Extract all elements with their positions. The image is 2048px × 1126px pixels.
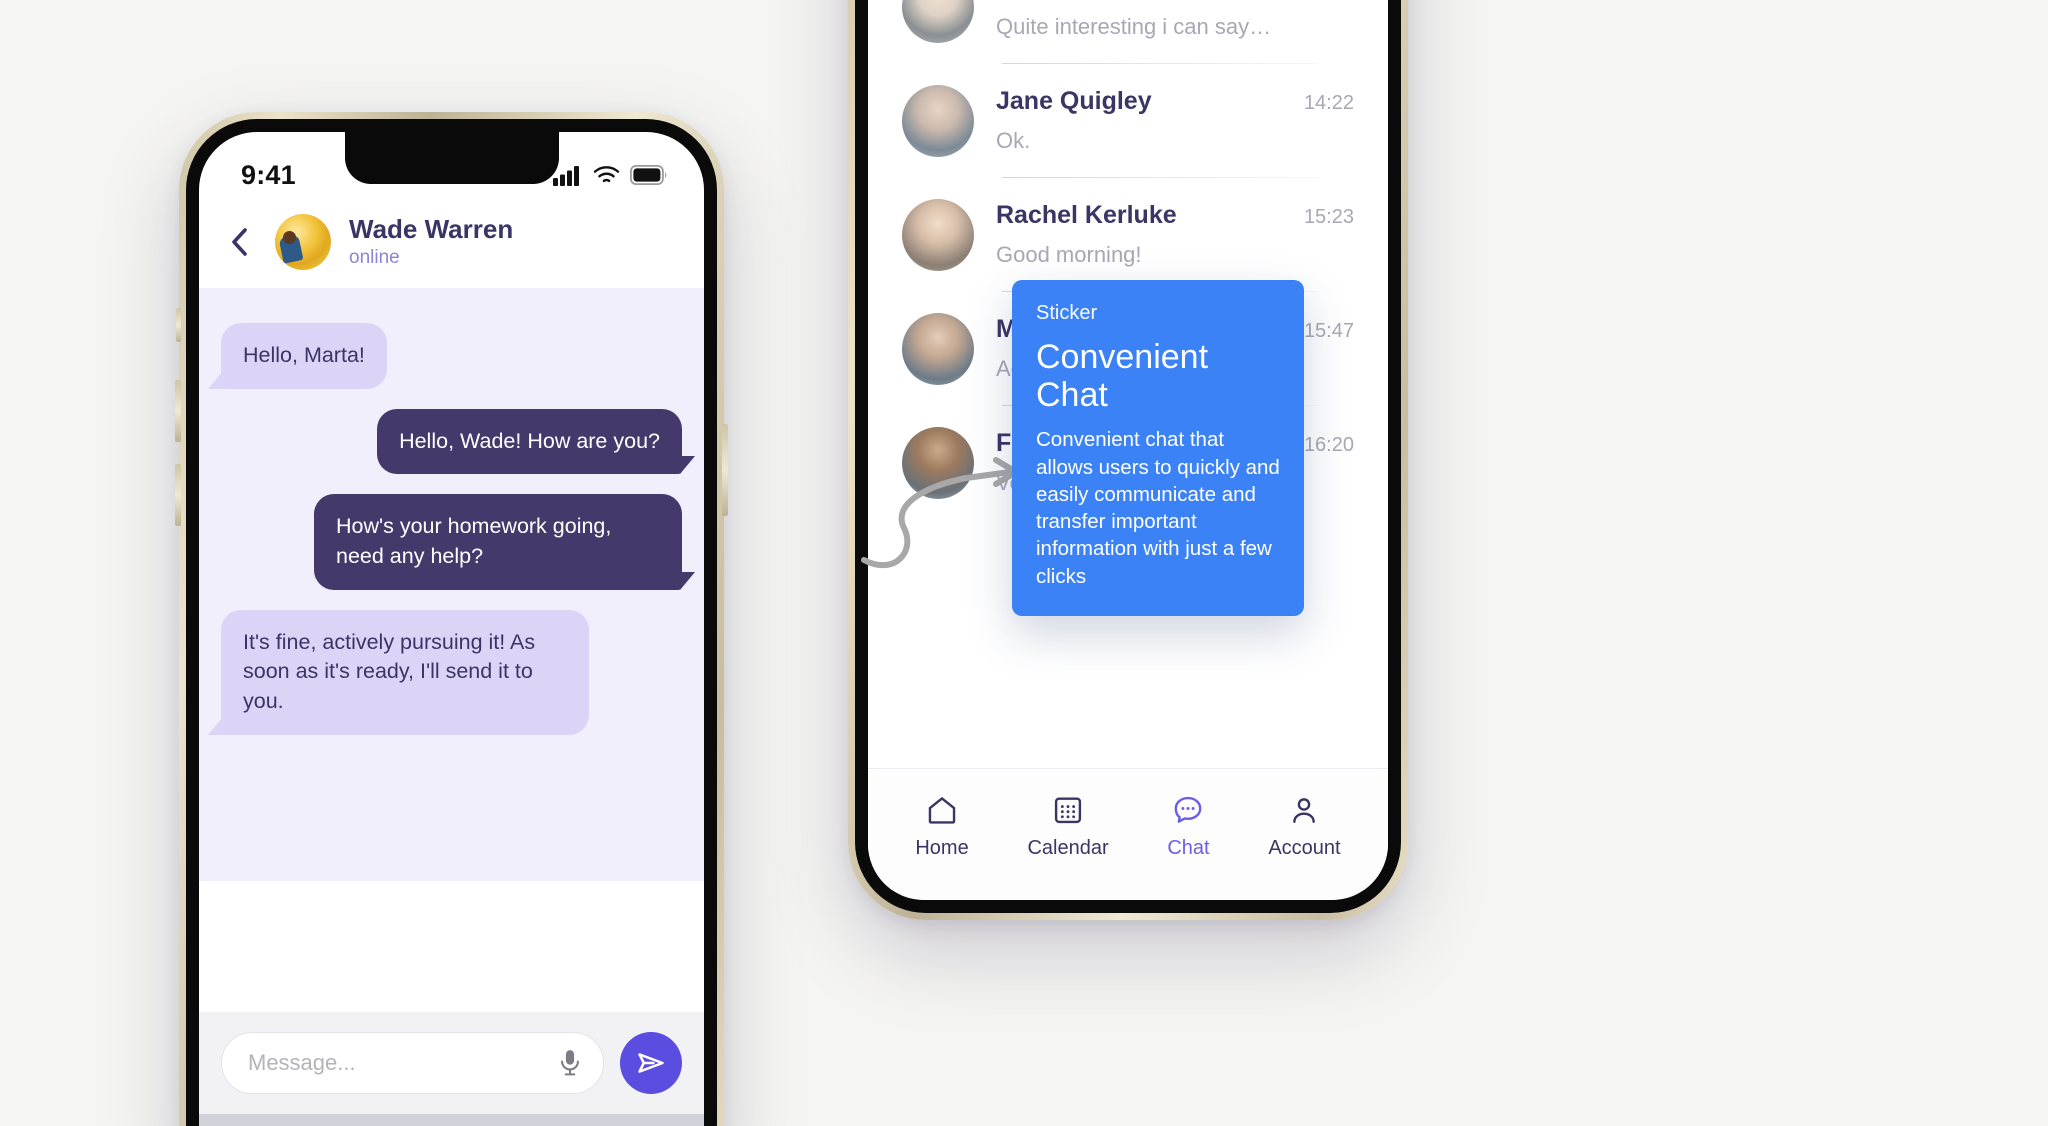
avatar [902,0,974,43]
tab-chat[interactable]: Chat [1167,793,1210,860]
message-time: 13:10 [1304,0,1354,1]
on-screen-keyboard[interactable] [199,1114,704,1126]
tab-home[interactable]: Home [915,793,969,860]
list-item-content: Jane Quigley 14:22 Ok. [996,85,1354,154]
message-bubble-outgoing: Hello, Wade! How are you? [377,408,695,475]
avatar [902,85,974,157]
sticker-kicker: Sticker [1036,302,1098,324]
calendar-icon [1054,797,1082,824]
phone-bezel-left: 9:41 Wade Warren online Hello, Marta! He… [186,119,717,1126]
chat-header: Wade Warren online [199,204,704,289]
tab-label: Home [915,837,969,859]
volume-up-button[interactable] [175,380,181,442]
screenshot-stage: Arlene Legros 12:23 Amazing! Miguel Robe… [0,0,2048,1126]
message-composer [199,1012,704,1114]
message-time: 14:22 [1303,92,1354,114]
tab-account[interactable]: Account [1268,793,1341,860]
sticker-callout-card: Sticker Convenient Chat Convenient chat … [1012,280,1304,616]
list-item[interactable]: Jane Quigley 14:22 Ok. [868,63,1388,177]
avatar [902,313,974,385]
message-bubble-outgoing: How's your homework going, need any help… [314,494,695,590]
person-icon [1293,798,1316,823]
avatar [902,427,974,499]
tab-label: Calendar [1027,837,1109,859]
sticker-title: Convenient Chat [1036,338,1209,414]
bottom-tab-bar: Home Calendar Chat Account [868,768,1388,900]
screen-chat-detail: 9:41 Wade Warren online Hello, Marta! He… [199,132,704,1126]
message-input[interactable] [248,1050,547,1076]
status-badge: online [349,247,400,269]
avatar [902,199,974,271]
message-preview: Good morning! [996,242,1142,267]
tab-label: Chat [1167,837,1210,859]
home-icon [928,797,956,824]
sticker-description: Convenient chat that allows users to qui… [1036,428,1280,588]
list-item[interactable]: Miguel Robel 13:10 Quite interesting i c… [868,0,1388,63]
contact-name: Miguel Robel [996,0,1152,2]
list-item[interactable]: Rachel Kerluke 15:23 Good morning! [868,177,1388,291]
avatar[interactable] [275,214,331,270]
tab-calendar[interactable]: Calendar [1027,793,1109,860]
message-bubble-incoming: It's fine, actively pursuing it! As soon… [208,609,589,735]
back-chevron-icon[interactable] [223,225,257,259]
message-preview: Quite interesting i can say… [996,14,1272,39]
status-icons [553,165,668,186]
chat-bubble-icon [1175,796,1202,823]
signal-icon [553,165,579,186]
phone-device-chat-detail: 9:41 Wade Warren online Hello, Marta! He… [175,112,728,1126]
message-input-wrapper[interactable] [221,1032,604,1094]
list-item-content: Rachel Kerluke 15:23 Good morning! [996,199,1354,268]
send-button[interactable] [620,1032,682,1094]
message-time: 15:47 [1303,320,1354,342]
volume-down-button[interactable] [175,464,181,526]
chat-header-text: Wade Warren online [349,213,514,270]
contact-name: Rachel Kerluke [996,201,1177,229]
message-time: 15:23 [1303,206,1354,228]
battery-icon [630,165,667,185]
status-bar: 9:41 [199,132,704,204]
power-button[interactable] [722,424,728,516]
silent-switch-button[interactable] [176,308,181,342]
send-paper-plane-icon [638,1053,664,1073]
wifi-icon [593,166,620,183]
message-thread[interactable]: Hello, Marta! Hello, Wade! How are you? … [199,289,704,881]
contact-name: Wade Warren [349,213,514,244]
message-time: 16:20 [1303,434,1354,456]
tab-label: Account [1268,837,1341,859]
list-item-content: Miguel Robel 13:10 Quite interesting i c… [996,0,1354,40]
message-preview: Ok. [996,128,1031,153]
message-bubble-incoming: Hello, Marta! [208,323,387,389]
status-time: 9:41 [241,159,296,190]
contact-name: Jane Quigley [996,87,1152,115]
microphone-icon[interactable] [557,1048,583,1078]
